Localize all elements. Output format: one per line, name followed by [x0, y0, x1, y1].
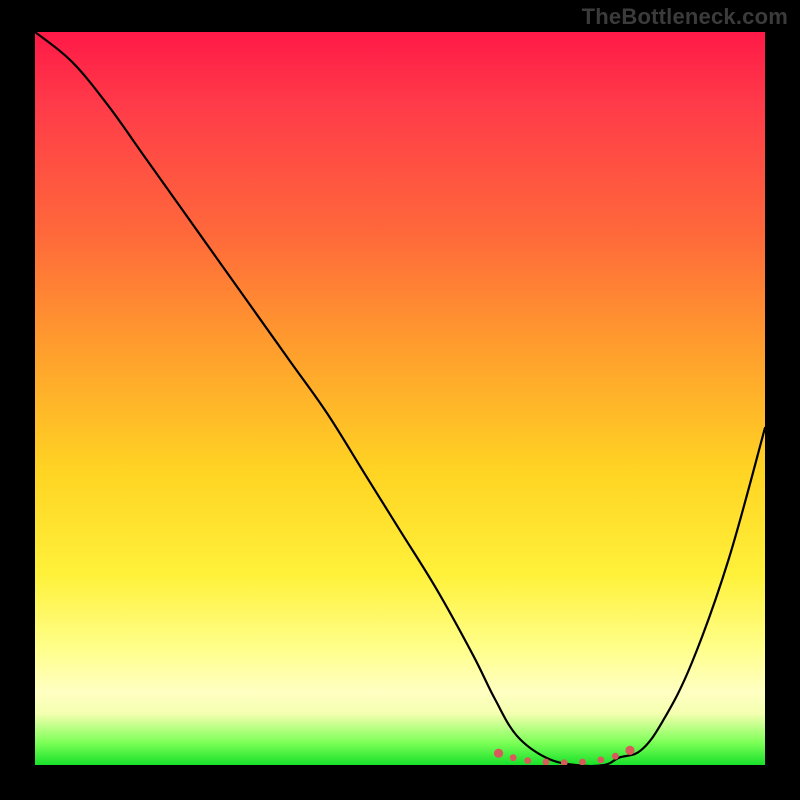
accent-dot: [612, 753, 619, 760]
bottleneck-curve: [35, 32, 765, 765]
accent-dot: [494, 749, 503, 758]
watermark-text: TheBottleneck.com: [582, 4, 788, 30]
accent-dot: [510, 754, 517, 761]
accent-dot: [625, 746, 634, 755]
accent-dot: [579, 759, 586, 765]
plot-area: [35, 32, 765, 765]
curve-layer: [35, 32, 765, 765]
accent-dot: [524, 757, 531, 764]
chart-frame: TheBottleneck.com: [0, 0, 800, 800]
accent-dot: [597, 756, 604, 763]
accent-dot: [561, 759, 568, 765]
